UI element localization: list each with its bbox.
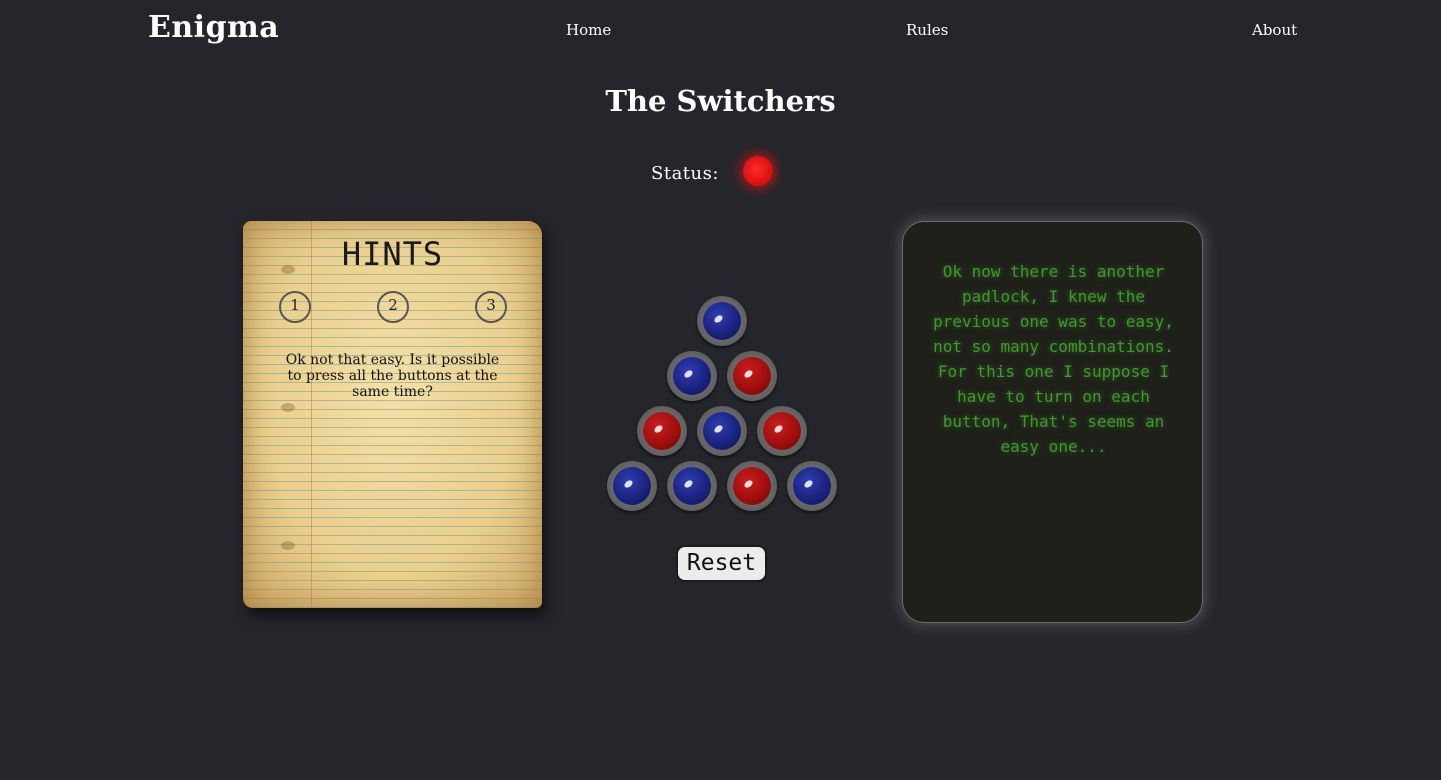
switch-light-icon xyxy=(613,467,651,505)
story-terminal: Ok now there is another padlock, I knew … xyxy=(902,221,1203,623)
switch-shine-icon xyxy=(743,478,754,490)
hints-title: HINTS xyxy=(341,235,444,273)
hint-text: Ok not that easy. Is it possible to pres… xyxy=(285,352,500,400)
hint-button-1[interactable]: 1 xyxy=(279,291,311,323)
paper-hole-decoration xyxy=(281,403,295,412)
paper-hole-decoration xyxy=(281,541,295,550)
switch-button-r4-c1[interactable] xyxy=(607,461,657,511)
switch-light-icon xyxy=(703,302,741,340)
switch-button-r1-c1[interactable] xyxy=(697,296,747,346)
switch-shine-icon xyxy=(713,423,724,435)
hint-button-3[interactable]: 3 xyxy=(475,291,507,323)
switch-light-icon xyxy=(643,412,681,450)
switch-button-r4-c4[interactable] xyxy=(787,461,837,511)
switch-light-icon xyxy=(763,412,801,450)
switch-shine-icon xyxy=(803,478,814,490)
status-label: Status: xyxy=(651,162,719,184)
switch-button-r2-c2[interactable] xyxy=(727,351,777,401)
switch-button-r3-c1[interactable] xyxy=(637,406,687,456)
switch-button-r4-c3[interactable] xyxy=(727,461,777,511)
switch-light-icon xyxy=(673,357,711,395)
switch-button-r2-c1[interactable] xyxy=(667,351,717,401)
nav-link-home[interactable]: Home xyxy=(566,21,611,39)
switch-light-icon xyxy=(733,467,771,505)
switch-light-icon xyxy=(673,467,711,505)
switch-shine-icon xyxy=(683,478,694,490)
switch-button-r4-c2[interactable] xyxy=(667,461,717,511)
nav-link-about[interactable]: About xyxy=(1252,21,1297,39)
brand-logo[interactable]: Enigma xyxy=(148,10,279,45)
switch-shine-icon xyxy=(773,423,784,435)
switch-button-r3-c2[interactable] xyxy=(697,406,747,456)
switch-shine-icon xyxy=(623,478,634,490)
switch-shine-icon xyxy=(743,368,754,380)
nav-link-rules[interactable]: Rules xyxy=(906,21,948,39)
top-navbar: Enigma Home Rules About xyxy=(0,0,1441,62)
switch-light-icon xyxy=(733,357,771,395)
reset-button[interactable]: Reset xyxy=(676,545,767,582)
hint-button-2[interactable]: 2 xyxy=(377,291,409,323)
status-indicator: Status: xyxy=(651,156,773,186)
switch-light-icon xyxy=(793,467,831,505)
switch-button-r3-c3[interactable] xyxy=(757,406,807,456)
status-light-icon xyxy=(743,156,773,186)
terminal-text: Ok now there is another padlock, I knew … xyxy=(933,262,1174,456)
hints-paper: HINTS 1 2 3 Ok not that easy. Is it poss… xyxy=(243,221,542,608)
page-title: The Switchers xyxy=(605,84,836,118)
switch-shine-icon xyxy=(653,423,664,435)
switch-shine-icon xyxy=(713,313,724,325)
switch-light-icon xyxy=(703,412,741,450)
switch-shine-icon xyxy=(683,368,694,380)
